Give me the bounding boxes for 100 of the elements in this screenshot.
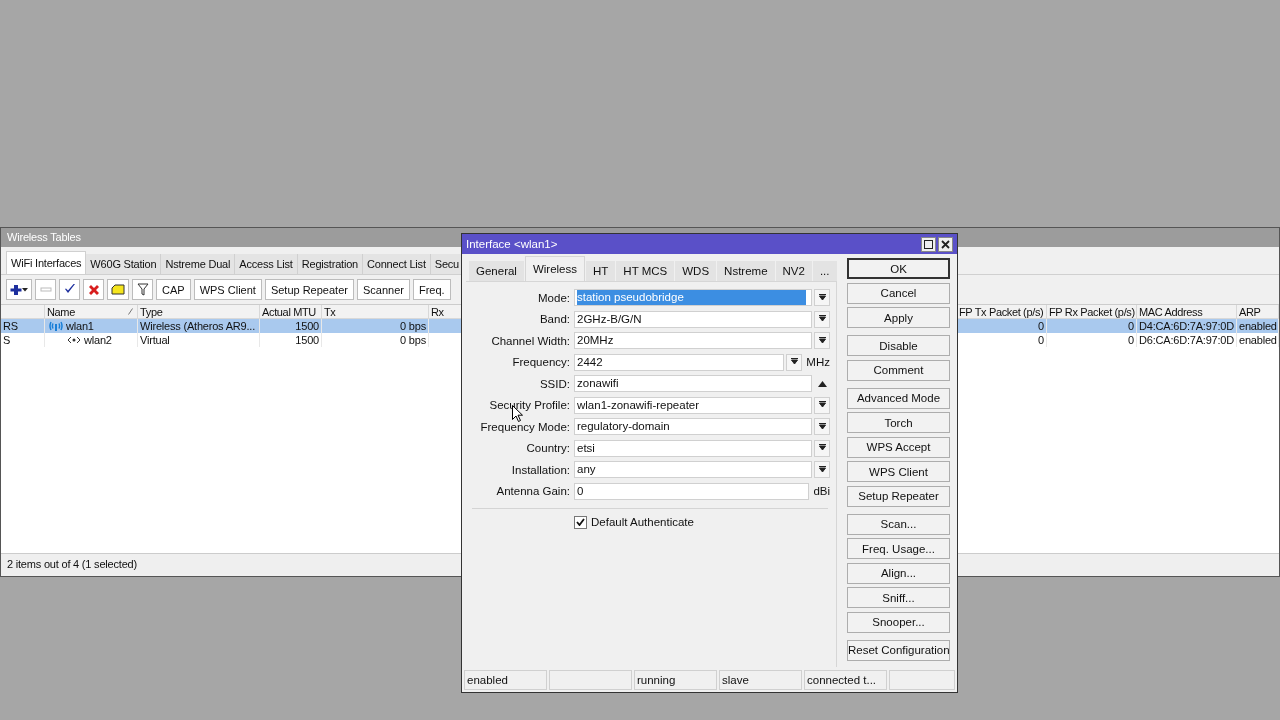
checkbox-label: Default Authenticate [591,516,694,528]
tab[interactable]: Nstreme Dual [161,254,236,274]
dialog-button[interactable]: Setup Repeater [847,485,950,507]
table-cell: D4:CA:6D:7A:97:0D [1137,319,1237,333]
input-field[interactable]: 0 [574,482,810,500]
tab[interactable]: ... [812,261,837,281]
disable-button[interactable] [83,279,104,300]
column-header[interactable]: FP Rx Packet (p/s) [1047,305,1137,319]
plus-icon [10,283,22,296]
dialog-button[interactable]: Snooper... [847,611,950,633]
table-cell: Virtual [138,333,260,347]
unit-label: MHz [805,356,830,368]
input-field[interactable]: zonawifi [574,375,812,392]
input-field[interactable]: 2442 [574,353,785,371]
comment-button[interactable] [107,279,129,300]
input-field[interactable]: etsi [574,439,812,457]
toolbar-button[interactable]: CAP [156,279,191,300]
tab[interactable]: NV2 [775,261,812,281]
tab[interactable]: W60G Station [86,254,162,274]
table-cell: 0 [957,319,1047,333]
toolbar-button[interactable]: WPS Client [193,279,262,300]
tab[interactable]: WiFi Interfaces [6,251,87,274]
checkbox[interactable] [574,515,587,529]
dialog-button[interactable]: Apply [847,307,950,328]
column-header[interactable]: MAC Address [1137,305,1237,319]
dropdown-button[interactable] [786,353,803,371]
table-cell: 0 [1047,319,1137,333]
close-icon [941,239,950,249]
table-cell: Wireless (Atheros AR9... [138,319,260,333]
toolbar-button[interactable]: Freq. [412,279,451,300]
dialog-button[interactable]: Align... [847,562,950,584]
dialog-button[interactable]: Scan... [847,513,950,535]
dropdown-button[interactable] [814,418,830,435]
add-button[interactable] [6,279,32,300]
dialog-button[interactable]: Freq. Usage... [847,538,950,559]
close-button[interactable] [938,236,953,252]
input-field[interactable]: any [574,461,812,478]
table-cell: D6:CA:6D:7A:97:0D [1137,333,1237,347]
tab[interactable]: Wireless [524,256,585,281]
status-cell: slave [719,670,802,690]
tab[interactable]: General [469,261,524,281]
dialog-button[interactable]: WPS Client [847,461,950,482]
checkmark-icon [63,284,76,295]
tab[interactable]: HT [586,261,616,281]
column-header[interactable]: Tx [322,305,429,319]
dropdown-arrow-icon [818,444,826,452]
field-label: Channel Width: [490,334,571,347]
dialog-button[interactable]: Cancel [847,282,950,304]
tab[interactable]: Registration [297,254,363,274]
column-header[interactable]: Name [45,305,138,319]
column-header[interactable]: Actual MTU [260,305,322,319]
status-cell: running [634,670,717,690]
status-cell: connected t... [804,670,887,690]
maximize-icon [924,239,933,249]
dialog-button[interactable]: Torch [847,412,950,433]
window-title: Interface <wlan1> [466,238,558,250]
field-label: Antenna Gain: [495,485,571,497]
column-header[interactable]: Type [138,305,260,319]
dialog-button[interactable]: WPS Accept [847,436,950,458]
column-header[interactable]: FP Tx Packet (p/s) [957,305,1047,319]
tab[interactable]: Access List [235,254,298,274]
dropdown-arrow-icon [818,422,826,431]
sort-icon [128,308,133,315]
minus-icon [39,287,52,292]
filter-button[interactable] [132,279,153,300]
input-field[interactable]: 2GHz-B/G/N [574,310,812,328]
dropdown-button[interactable] [814,332,830,349]
input-field[interactable]: wlan1-zonawifi-repeater [574,396,812,414]
dropdown-button[interactable] [814,461,830,478]
dropdown-button[interactable] [814,289,830,306]
input-field[interactable]: regulatory-domain [574,418,812,435]
dropdown-button[interactable] [814,310,830,328]
dialog-button[interactable]: Sniff... [847,587,950,608]
dropdown-button[interactable] [814,396,830,414]
dropdown-arrow-icon [818,315,826,323]
dialog-button[interactable]: Disable [847,335,950,356]
enable-button[interactable] [59,279,80,300]
table-cell: 1500 [260,319,322,333]
tab[interactable]: Connect List [363,254,431,274]
table-cell: RS [1,319,45,333]
toolbar-button[interactable]: Scanner [356,279,410,300]
dialog-button[interactable]: Comment [847,359,950,381]
checkmark-icon [576,518,585,526]
dropdown-arrow-icon [790,358,798,366]
note-icon [111,284,125,295]
caret-icon [22,287,28,292]
field-label: Mode: [537,291,571,304]
dialog-button[interactable]: Advanced Mode [847,387,950,409]
tab[interactable]: Nstreme [717,261,775,281]
dropdown-button[interactable] [814,439,830,457]
column-header[interactable]: ARP [1237,305,1279,319]
input-field[interactable]: 20MHz [574,332,812,349]
tab[interactable]: HT MCS [616,261,675,281]
interface-name: wlan2 [84,333,112,347]
tab[interactable]: WDS [675,261,717,281]
toolbar-button[interactable]: Setup Repeater [264,279,354,300]
status-cell: enabled [464,670,547,690]
maximize-button[interactable] [921,236,936,252]
dialog-button[interactable]: Reset Configuration [847,639,950,661]
dialog-button[interactable]: OK [847,258,950,279]
